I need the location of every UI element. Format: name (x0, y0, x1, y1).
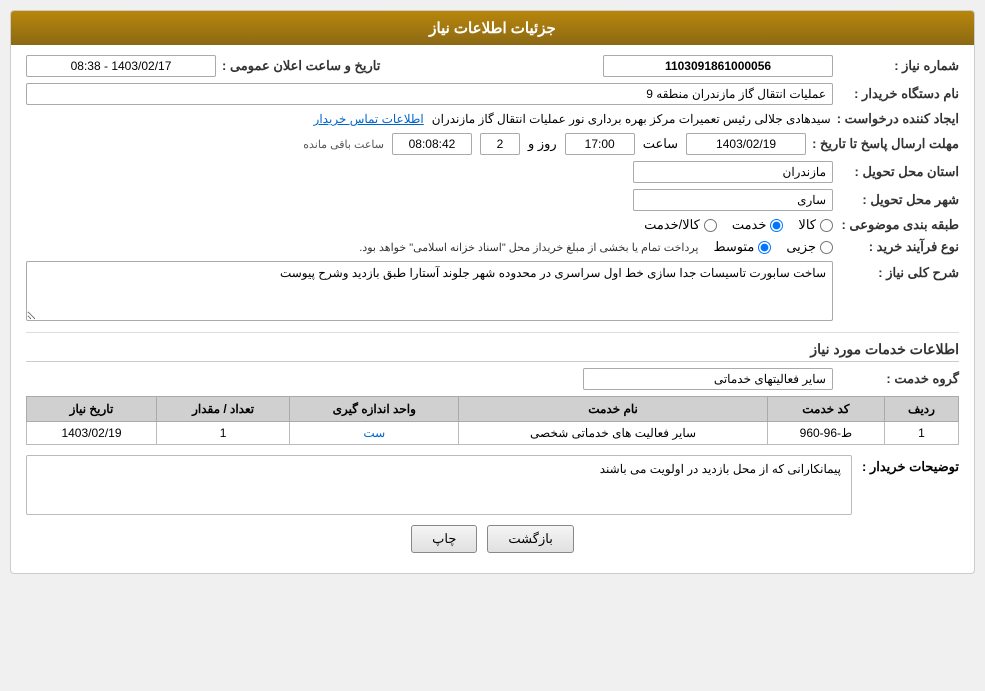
request-creator-label: ایجاد کننده درخواست : (837, 111, 959, 127)
city-label: شهر محل تحویل : (839, 192, 959, 208)
request-creator-row: ایجاد کننده درخواست : سیدهادی جلالی رئیس… (26, 111, 959, 127)
category-kala-khedmat-label: کالا/خدمت (644, 217, 700, 233)
need-number-label: شماره نیاز : (839, 58, 959, 74)
services-table-header: ردیف کد خدمت نام خدمت واحد اندازه گیری ت… (27, 397, 959, 422)
need-number-input (603, 55, 833, 77)
back-button[interactable]: بازگشت (487, 525, 573, 553)
category-kala: کالا (798, 217, 833, 233)
category-label: طبقه بندی موضوعی : (839, 217, 959, 233)
service-group-row: گروه خدمت : (26, 368, 959, 390)
cell-unit: ست (290, 422, 459, 445)
province-row: استان محل تحویل : (26, 161, 959, 183)
category-kala-khedmat: کالا/خدمت (644, 217, 717, 233)
city-input (633, 189, 833, 211)
buyer-station-row: نام دستگاه خریدار : (26, 83, 959, 105)
send-time-label: ساعت (643, 136, 678, 152)
buyer-notes-label: توضیحات خریدار : (862, 455, 959, 475)
send-days-input (480, 133, 520, 155)
general-desc-textarea[interactable]: <span data-bind="fields.general_desc_val… (26, 261, 833, 321)
contact-link[interactable]: اطلاعات تماس خریدار (314, 112, 424, 126)
services-table-header-row: ردیف کد خدمت نام خدمت واحد اندازه گیری ت… (27, 397, 959, 422)
print-button[interactable]: چاپ (411, 525, 477, 553)
city-row: شهر محل تحویل : (26, 189, 959, 211)
province-label: استان محل تحویل : (839, 164, 959, 180)
buttons-row: بازگشت چاپ (26, 525, 959, 563)
need-number-row: شماره نیاز : تاریخ و ساعت اعلان عمومی : (26, 55, 959, 77)
send-date-row: مهلت ارسال پاسخ تا تاریخ : ساعت روز و سا… (26, 133, 959, 155)
card-header: جزئیات اطلاعات نیاز (11, 11, 974, 45)
send-date-input (686, 133, 806, 155)
cell-quantity: 1 (156, 422, 289, 445)
time-remain-input (392, 133, 472, 155)
col-service-name: نام خدمت (459, 397, 768, 422)
col-service-code: کد خدمت (767, 397, 884, 422)
buyer-notes-box: پیمانکارانی که از محل بازدید در اولویت م… (26, 455, 852, 515)
category-kala-khedmat-radio[interactable] (704, 219, 717, 232)
services-table: ردیف کد خدمت نام خدمت واحد اندازه گیری ت… (26, 396, 959, 445)
col-unit: واحد اندازه گیری (290, 397, 459, 422)
cell-service-name: سایر فعالیت های خدماتی شخصی (459, 422, 768, 445)
card-body: شماره نیاز : تاریخ و ساعت اعلان عمومی : … (11, 45, 974, 573)
general-desc-row: شرح کلی نیاز : <span data-bind="fields.g… (26, 261, 959, 324)
purchase-jozi-radio[interactable] (820, 241, 833, 254)
send-date-label: مهلت ارسال پاسخ تا تاریخ : (812, 136, 959, 152)
category-radio-group: کالا خدمت کالا/خدمت (644, 217, 833, 233)
cell-row-num: 1 (884, 422, 958, 445)
category-kala-radio[interactable] (820, 219, 833, 232)
province-input (633, 161, 833, 183)
section-divider-1 (26, 332, 959, 333)
cell-date: 1403/02/19 (27, 422, 157, 445)
cell-service-code: ط-96-960 (767, 422, 884, 445)
category-khedmat: خدمت (732, 217, 784, 233)
category-row: طبقه بندی موضوعی : کالا خدمت کالا/خدمت (26, 217, 959, 233)
category-kala-label: کالا (798, 217, 816, 233)
services-section-title: اطلاعات خدمات مورد نیاز (26, 341, 959, 362)
purchase-motevaset: متوسط (713, 239, 771, 255)
time-remain-label: ساعت باقی مانده (303, 138, 384, 151)
request-creator-value: سیدهادی جلالی رئیس تعمیرات مرکز بهره برد… (432, 112, 831, 126)
buyer-station-input (26, 83, 833, 105)
buyer-notes-section: توضیحات خریدار : پیمانکارانی که از محل ب… (26, 455, 959, 515)
purchase-radio-group: جزیی متوسط (713, 239, 833, 255)
buyer-station-label: نام دستگاه خریدار : (839, 86, 959, 102)
buyer-notes-value: پیمانکارانی که از محل بازدید در اولویت م… (600, 462, 841, 476)
announce-date-input (26, 55, 216, 77)
purchase-jozi-label: جزیی (786, 239, 816, 255)
send-time-input (565, 133, 635, 155)
col-quantity: تعداد / مقدار (156, 397, 289, 422)
page-wrapper: جزئیات اطلاعات نیاز شماره نیاز : تاریخ و… (0, 0, 985, 691)
general-desc-label: شرح کلی نیاز : (839, 261, 959, 281)
services-table-body: 1 ط-96-960 سایر فعالیت های خدماتی شخصی س… (27, 422, 959, 445)
purchase-motevaset-radio[interactable] (758, 241, 771, 254)
col-date: تاریخ نیاز (27, 397, 157, 422)
purchase-type-label: نوع فرآیند خرید : (839, 239, 959, 255)
announce-date-label: تاریخ و ساعت اعلان عمومی : (222, 58, 380, 74)
col-row-num: ردیف (884, 397, 958, 422)
purchase-jozi: جزیی (786, 239, 833, 255)
send-days-label: روز و (528, 136, 557, 152)
purchase-note: پرداخت تمام یا بخشی از مبلغ خریداز محل "… (359, 241, 698, 254)
category-khedmat-label: خدمت (732, 217, 767, 233)
main-card: جزئیات اطلاعات نیاز شماره نیاز : تاریخ و… (10, 10, 975, 574)
service-group-input (583, 368, 833, 390)
category-khedmat-radio[interactable] (770, 219, 783, 232)
purchase-type-row: نوع فرآیند خرید : جزیی متوسط پرداخت تمام… (26, 239, 959, 255)
service-group-label: گروه خدمت : (839, 371, 959, 387)
page-title: جزئیات اطلاعات نیاز (429, 20, 556, 37)
purchase-motevaset-label: متوسط (713, 239, 754, 255)
table-row: 1 ط-96-960 سایر فعالیت های خدماتی شخصی س… (27, 422, 959, 445)
